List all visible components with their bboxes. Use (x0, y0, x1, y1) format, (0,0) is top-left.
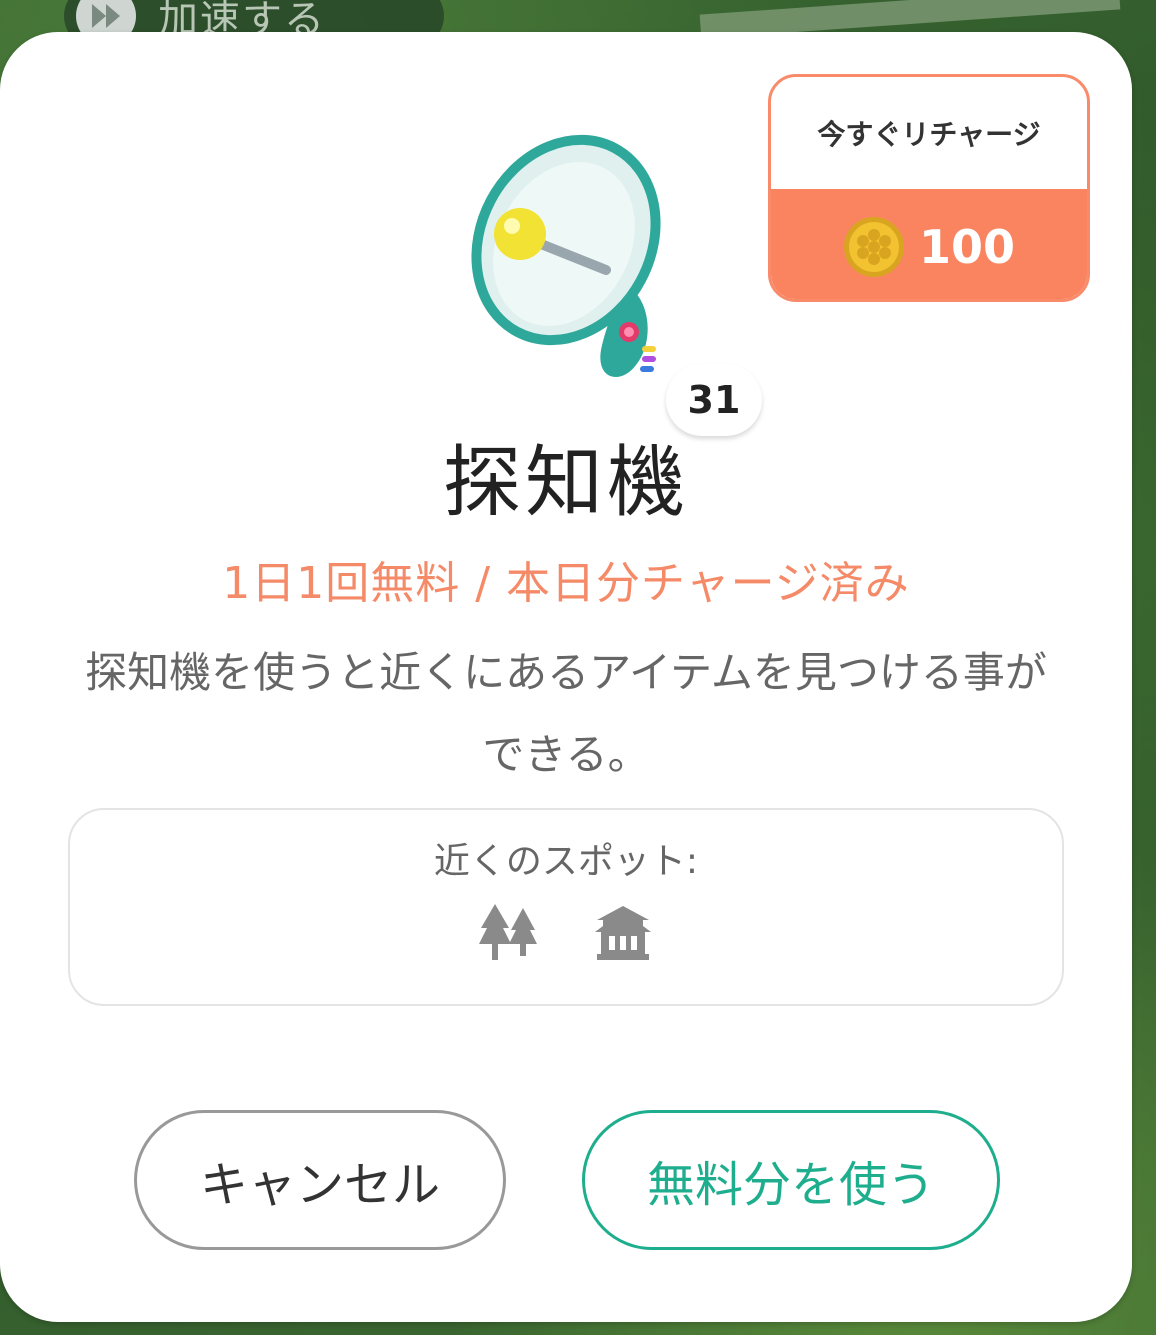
gold-coin-icon (843, 216, 905, 278)
recharge-price: 100 (918, 220, 1016, 274)
item-description: 探知機を使うと近くにあるアイテムを見つける事ができる。 (85, 648, 1047, 779)
shrine-icon (593, 904, 653, 964)
cancel-button[interactable]: キャンセル (134, 1110, 506, 1250)
forest-icon (479, 904, 539, 964)
detector-icon (466, 110, 666, 410)
recharge-now-button[interactable]: 今すぐリチャージ 100 (768, 74, 1090, 302)
game-screen: 加速する 31 今すぐリチャージ 100 探知機 1日1回無料 / 本日分チャー… (0, 0, 1156, 1335)
nearby-spots-panel: 近くのスポット: (68, 808, 1064, 1006)
nearby-spots-icons (70, 904, 1062, 964)
recharge-price-area: 100 (771, 189, 1087, 299)
item-dialog: 31 今すぐリチャージ 100 探知機 1日1回無料 / 本日分チャージ済み 探… (0, 32, 1132, 1322)
recharge-label: 今すぐリチャージ (817, 118, 1041, 151)
item-title: 探知機 (442, 438, 689, 528)
use-free-button[interactable]: 無料分を使う (582, 1110, 1000, 1250)
nearby-spots-label: 近くのスポット: (433, 841, 699, 882)
charge-status: 1日1回無料 / 本日分チャージ済み (222, 558, 910, 609)
